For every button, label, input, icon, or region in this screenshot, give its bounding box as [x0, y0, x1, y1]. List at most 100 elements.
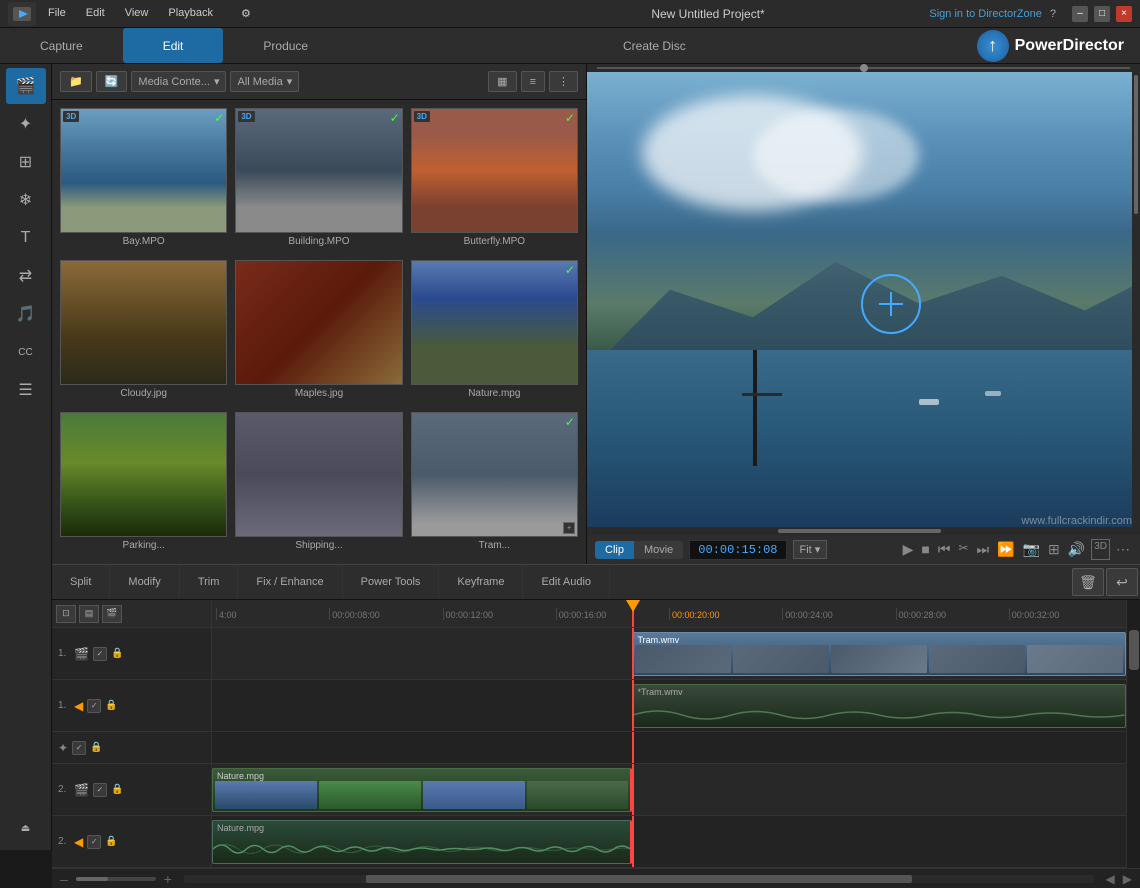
tab-fix-enhance[interactable]: Fix / Enhance — [238, 565, 342, 599]
fullscreen-button[interactable]: ⊞ — [1046, 539, 1062, 560]
list-item[interactable]: ✓ Nature.mpg — [411, 260, 578, 404]
clip-block-tram[interactable]: Tram.wmv — [632, 632, 1126, 676]
scrollbar-thumb-v[interactable] — [1129, 630, 1139, 670]
list-item[interactable]: 3D ✓ Butterfly.MPO — [411, 108, 578, 252]
refresh-button[interactable]: 🔄 — [96, 71, 128, 92]
list-item[interactable]: Shipping... — [235, 412, 402, 556]
menu-playback[interactable]: Playback — [164, 5, 217, 22]
track-visibility-fx[interactable]: ✓ — [72, 741, 86, 755]
list-item[interactable]: Maples.jpg — [235, 260, 402, 404]
tool-pip[interactable]: ⊞ — [6, 144, 46, 180]
clip-block-nature-audio[interactable]: Nature.mpg — [212, 820, 632, 864]
delete-clip-button[interactable]: 🗑 — [1072, 568, 1104, 596]
content-dropdown[interactable]: Media Conte... ▾ — [131, 71, 226, 92]
playhead-marker — [626, 600, 640, 612]
menu-view[interactable]: View — [121, 5, 153, 22]
tab-trim[interactable]: Trim — [180, 565, 239, 599]
timeline-ruler[interactable]: 4:00 00:00:08:00 00:00:12:00 00:00:16:00… — [212, 600, 1126, 628]
more-options-button[interactable]: ⋮ — [549, 71, 578, 92]
play-button[interactable]: ▶ — [901, 539, 916, 560]
fit-dropdown[interactable]: Fit ▾ — [793, 540, 828, 559]
more-button[interactable]: ⋯ — [1114, 539, 1132, 560]
playhead — [632, 600, 634, 627]
close-button[interactable]: × — [1116, 6, 1132, 22]
scroll-right-button[interactable]: ▶ — [1123, 872, 1132, 886]
tab-edit[interactable]: Edit — [123, 28, 224, 63]
split-button[interactable]: ✂ — [956, 539, 970, 560]
vertical-scrollbar[interactable] — [1126, 600, 1140, 868]
track-lock-1a[interactable]: 🔒 — [105, 700, 117, 711]
clip-mode-button[interactable]: Clip — [595, 541, 634, 559]
chevron-down-icon: ▾ — [287, 75, 293, 88]
track-lock-2a[interactable]: 🔒 — [105, 836, 117, 847]
horizontal-scrollbar[interactable] — [184, 875, 1094, 883]
preview-right-slider[interactable] — [1132, 72, 1140, 535]
zoom-in-button[interactable]: + — [164, 871, 172, 887]
track-label-1-video: 1. 🎬 ✓ 🔒 — [52, 628, 211, 680]
next-frame-button[interactable]: ⏭ — [975, 539, 992, 560]
movie-mode-button[interactable]: Movie — [634, 541, 683, 559]
track-lock-2[interactable]: 🔒 — [111, 784, 123, 795]
scroll-left-button[interactable]: ◀ — [1106, 872, 1115, 886]
folder-icon: 📁 — [69, 75, 83, 88]
clip-movie-toggle: Clip Movie — [595, 541, 683, 559]
help-icon[interactable]: ? — [1050, 8, 1056, 20]
preview-top-slider[interactable] — [587, 64, 1140, 72]
maximize-button[interactable]: □ — [1094, 6, 1110, 22]
tab-edit-audio[interactable]: Edit Audio — [523, 565, 610, 599]
list-view-button[interactable]: ≡ — [521, 71, 545, 92]
list-item[interactable]: Cloudy.jpg — [60, 260, 227, 404]
stop-button[interactable]: ■ — [919, 539, 931, 560]
sign-in-link[interactable]: Sign in to DirectorZone — [929, 8, 1042, 20]
preview-bottom-slider[interactable] — [587, 527, 1132, 535]
media-thumbnail — [235, 412, 402, 537]
tool-audio[interactable]: 🎵 — [6, 296, 46, 332]
tab-modify[interactable]: Modify — [110, 565, 179, 599]
tab-produce[interactable]: Produce — [223, 28, 348, 63]
track-control-1[interactable]: ⊡ — [56, 605, 76, 623]
track-control-2[interactable]: ▤ — [79, 605, 99, 623]
tool-transitions[interactable]: ⇄ — [6, 258, 46, 294]
zoom-out-button[interactable]: – — [60, 871, 68, 887]
3d-button[interactable]: 3D — [1091, 539, 1110, 560]
tool-caption[interactable]: CC — [6, 334, 46, 370]
list-item[interactable]: 3D ✓ Building.MPO — [235, 108, 402, 252]
tab-split[interactable]: Split — [52, 565, 110, 599]
clip-block-nature[interactable]: Nature.mpg — [212, 768, 632, 812]
tool-media[interactable]: 🎬 — [6, 68, 46, 104]
create-disc-tab[interactable]: Create Disc — [583, 33, 726, 59]
tool-effects[interactable]: ✦ — [6, 106, 46, 142]
track-control-3[interactable]: 🎬 — [102, 605, 122, 623]
list-item[interactable]: Parking... — [60, 412, 227, 556]
folder-button[interactable]: 📁 — [60, 71, 92, 92]
volume-button[interactable]: 🔊 — [1066, 539, 1087, 560]
menu-edit[interactable]: Edit — [82, 5, 109, 22]
tool-titles[interactable]: T — [6, 220, 46, 256]
clip-block-tram-audio[interactable]: *Tram.wmv — [632, 684, 1126, 728]
minimize-button[interactable]: – — [1072, 6, 1088, 22]
settings-icon[interactable]: ⚙ — [237, 5, 255, 22]
tab-capture[interactable]: Capture — [0, 28, 123, 63]
menu-file[interactable]: File — [44, 5, 70, 22]
track-visibility-2a[interactable]: ✓ — [87, 835, 101, 849]
track-lock-1[interactable]: 🔒 — [111, 648, 123, 659]
list-item[interactable]: 3D ✓ Bay.MPO — [60, 108, 227, 252]
track-visibility-1[interactable]: ✓ — [93, 647, 107, 661]
list-item[interactable]: ✓ + Tram... — [411, 412, 578, 556]
track-visibility-2[interactable]: ✓ — [93, 783, 107, 797]
tab-keyframe[interactable]: Keyframe — [439, 565, 523, 599]
track-lock-fx[interactable]: 🔒 — [90, 742, 102, 753]
tool-disc[interactable]: ⏏ — [6, 810, 46, 846]
title-bar: File Edit View Playback ⚙ New Untitled P… — [0, 0, 1140, 28]
tool-particles[interactable]: ❄ — [6, 182, 46, 218]
prev-frame-button[interactable]: ⏮ — [936, 539, 953, 560]
tab-power-tools[interactable]: Power Tools — [343, 565, 440, 599]
fast-forward-button[interactable]: ⏩ — [995, 539, 1016, 560]
snapshot-button[interactable]: 📷 — [1021, 539, 1042, 560]
track-visibility-1a[interactable]: ✓ — [87, 699, 101, 713]
filter-dropdown[interactable]: All Media ▾ — [230, 71, 299, 92]
media-grid: 3D ✓ Bay.MPO 3D ✓ Building.MPO — [52, 100, 586, 564]
tool-menu[interactable]: ☰ — [6, 372, 46, 408]
undo-button[interactable]: ↩ — [1106, 568, 1138, 596]
grid-view-button[interactable]: ▦ — [488, 71, 516, 92]
